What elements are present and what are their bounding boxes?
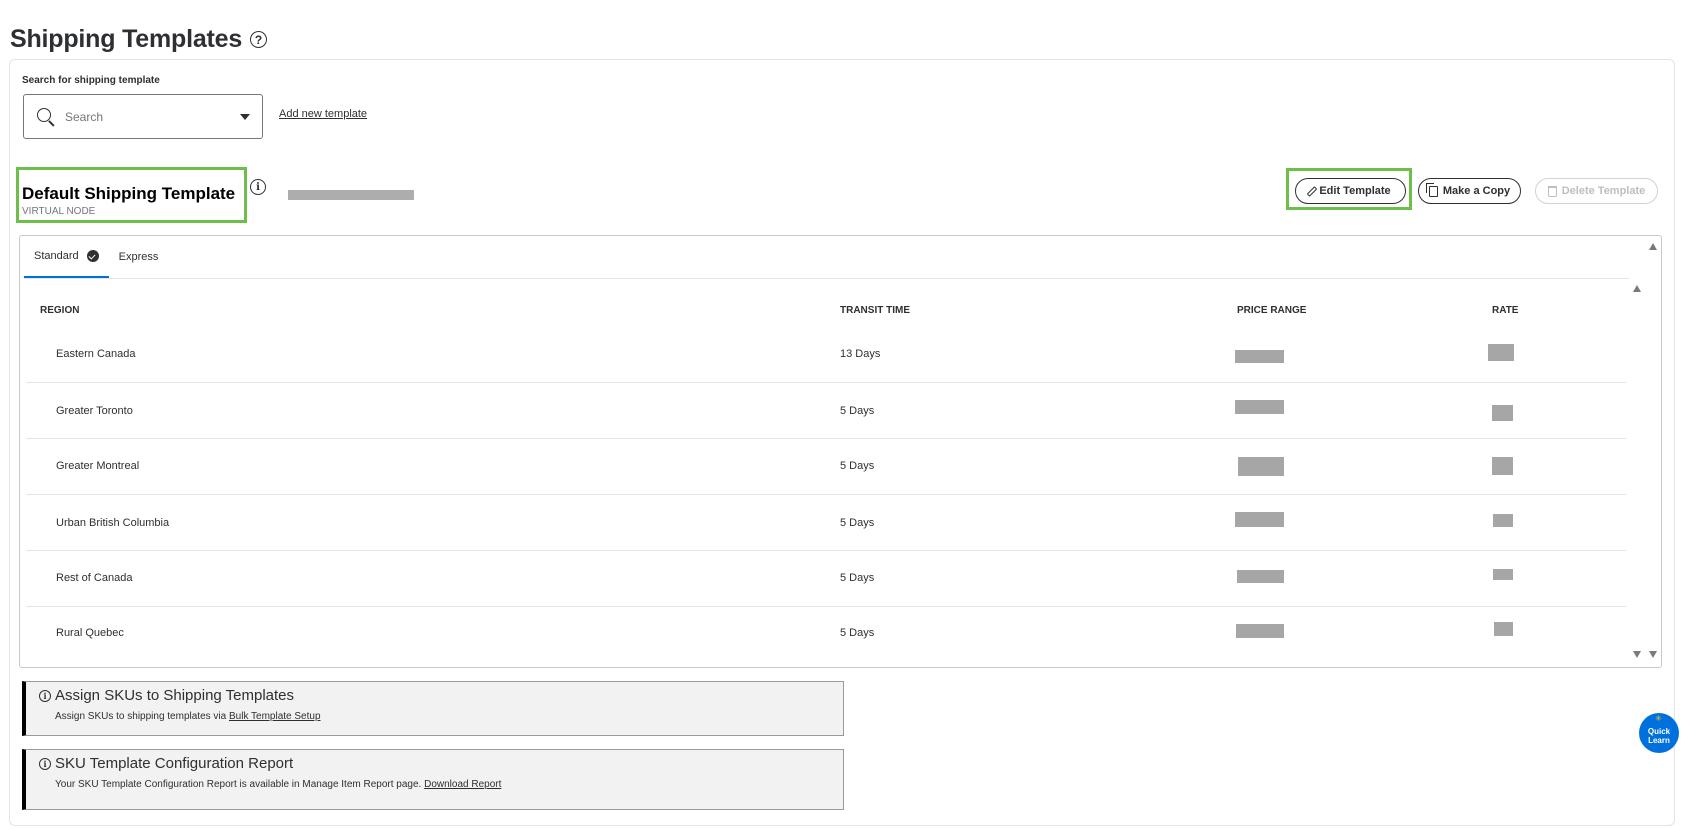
redacted-price bbox=[1236, 624, 1284, 638]
table-row: Greater Toronto 5 Days bbox=[26, 384, 1626, 439]
template-title: Default Shipping Template bbox=[22, 184, 236, 203]
quick-learn-button[interactable]: Quick Learn bbox=[1639, 713, 1679, 753]
info-icon: i bbox=[39, 690, 51, 702]
tab-express[interactable]: Express bbox=[109, 236, 169, 278]
search-label: Search for shipping template bbox=[22, 75, 160, 86]
page-title: Shipping Templates bbox=[10, 25, 243, 53]
edit-template-button[interactable]: Edit Template bbox=[1295, 178, 1406, 204]
rates-table-card: Standard Express REGION TRANSIT TIME PRI… bbox=[19, 235, 1662, 668]
quick-learn-line1: Quick bbox=[1647, 727, 1671, 736]
table-row: Greater Montreal 5 Days bbox=[26, 440, 1626, 495]
template-subtitle: VIRTUAL NODE bbox=[22, 206, 96, 217]
template-header: Default Shipping Template VIRTUAL NODE bbox=[16, 167, 247, 223]
notice-body: Assign SKUs to shipping templates via Bu… bbox=[55, 711, 843, 722]
table-row: Rural Quebec 5 Days bbox=[26, 608, 1626, 663]
table-row: Rest of Canada 5 Days bbox=[26, 552, 1626, 607]
make-copy-button[interactable]: Make a Copy bbox=[1418, 178, 1521, 204]
table-row: Eastern Canada 13 Days bbox=[26, 328, 1626, 383]
notice-title: SKU Template Configuration Report bbox=[55, 755, 294, 772]
delete-template-label: Delete Template bbox=[1561, 185, 1646, 197]
info-icon[interactable]: i bbox=[250, 179, 266, 195]
download-report-link[interactable]: Download Report bbox=[424, 779, 501, 790]
redacted-rate bbox=[1494, 622, 1513, 636]
header-transit-time: TRANSIT TIME bbox=[840, 305, 910, 316]
redacted-price bbox=[1237, 570, 1284, 583]
service-tabs: Standard Express bbox=[24, 236, 168, 278]
region-cell: Urban British Columbia bbox=[56, 517, 170, 529]
notice-title: Assign SKUs to Shipping Templates bbox=[55, 687, 295, 704]
region-cell: Rest of Canada bbox=[56, 572, 133, 584]
redacted-rate bbox=[1492, 457, 1513, 475]
help-icon[interactable]: ? bbox=[250, 31, 268, 48]
redacted-rate bbox=[1493, 514, 1513, 527]
edit-template-label: Edit Template bbox=[1319, 185, 1391, 197]
outer-scroll-up-arrow[interactable] bbox=[1649, 243, 1657, 250]
sku-report-notice: i SKU Template Configuration Report Your… bbox=[22, 749, 844, 810]
header-region: REGION bbox=[40, 305, 80, 316]
transit-cell: 5 Days bbox=[840, 460, 875, 472]
region-cell: Greater Toronto bbox=[56, 405, 133, 417]
transit-cell: 5 Days bbox=[840, 627, 875, 639]
page-header: Shipping Templates ? bbox=[10, 25, 268, 54]
notice-body: Your SKU Template Configuration Report i… bbox=[55, 779, 843, 790]
trash-icon bbox=[1547, 185, 1557, 197]
notice-text: Assign SKUs to shipping templates via bbox=[55, 711, 229, 722]
redacted-text bbox=[288, 190, 414, 200]
outer-scroll-down-arrow[interactable] bbox=[1649, 651, 1657, 658]
check-circle-icon bbox=[86, 250, 99, 262]
header-rate: RATE bbox=[1492, 305, 1519, 316]
region-cell: Eastern Canada bbox=[56, 348, 136, 360]
notice-text: Your SKU Template Configuration Report i… bbox=[55, 779, 425, 790]
pencil-icon bbox=[1307, 185, 1318, 197]
tab-express-label: Express bbox=[118, 251, 159, 263]
bulk-template-setup-link[interactable]: Bulk Template Setup bbox=[229, 711, 321, 722]
redacted-price bbox=[1235, 400, 1284, 414]
template-search-dropdown[interactable] bbox=[23, 94, 263, 139]
add-new-template-link[interactable]: Add new template bbox=[279, 108, 367, 120]
tab-standard[interactable]: Standard bbox=[24, 236, 109, 278]
redacted-rate bbox=[1492, 405, 1513, 421]
inner-scroll-up-arrow[interactable] bbox=[1633, 285, 1641, 292]
header-price-range: PRICE RANGE bbox=[1237, 305, 1307, 316]
region-cell: Greater Montreal bbox=[56, 460, 140, 472]
caret-down-icon[interactable] bbox=[240, 113, 250, 120]
redacted-price bbox=[1238, 457, 1284, 476]
search-icon bbox=[36, 107, 56, 127]
copy-icon bbox=[1425, 182, 1438, 197]
make-copy-label: Make a Copy bbox=[1442, 185, 1511, 197]
info-icon: i bbox=[39, 758, 51, 770]
table-header: REGION TRANSIT TIME PRICE RANGE RATE bbox=[20, 305, 1640, 319]
transit-cell: 13 Days bbox=[840, 348, 881, 360]
redacted-price bbox=[1235, 350, 1284, 363]
divider bbox=[24, 278, 1629, 279]
table-row: Urban British Columbia 5 Days bbox=[26, 496, 1626, 551]
region-cell: Rural Quebec bbox=[56, 627, 124, 639]
transit-cell: 5 Days bbox=[840, 405, 875, 417]
tab-standard-label: Standard bbox=[34, 250, 79, 262]
quick-learn-line2: Learn bbox=[1648, 736, 1670, 745]
redacted-rate bbox=[1488, 344, 1514, 361]
delete-template-button[interactable]: Delete Template bbox=[1535, 178, 1658, 204]
redacted-rate bbox=[1493, 569, 1513, 580]
spark-icon bbox=[1655, 714, 1663, 723]
transit-cell: 5 Days bbox=[840, 517, 875, 529]
redacted-price bbox=[1235, 512, 1284, 527]
search-input[interactable] bbox=[65, 109, 225, 124]
inner-scroll-down-arrow[interactable] bbox=[1633, 651, 1641, 658]
transit-cell: 5 Days bbox=[840, 572, 875, 584]
assign-skus-notice: i Assign SKUs to Shipping Templates Assi… bbox=[22, 681, 844, 736]
